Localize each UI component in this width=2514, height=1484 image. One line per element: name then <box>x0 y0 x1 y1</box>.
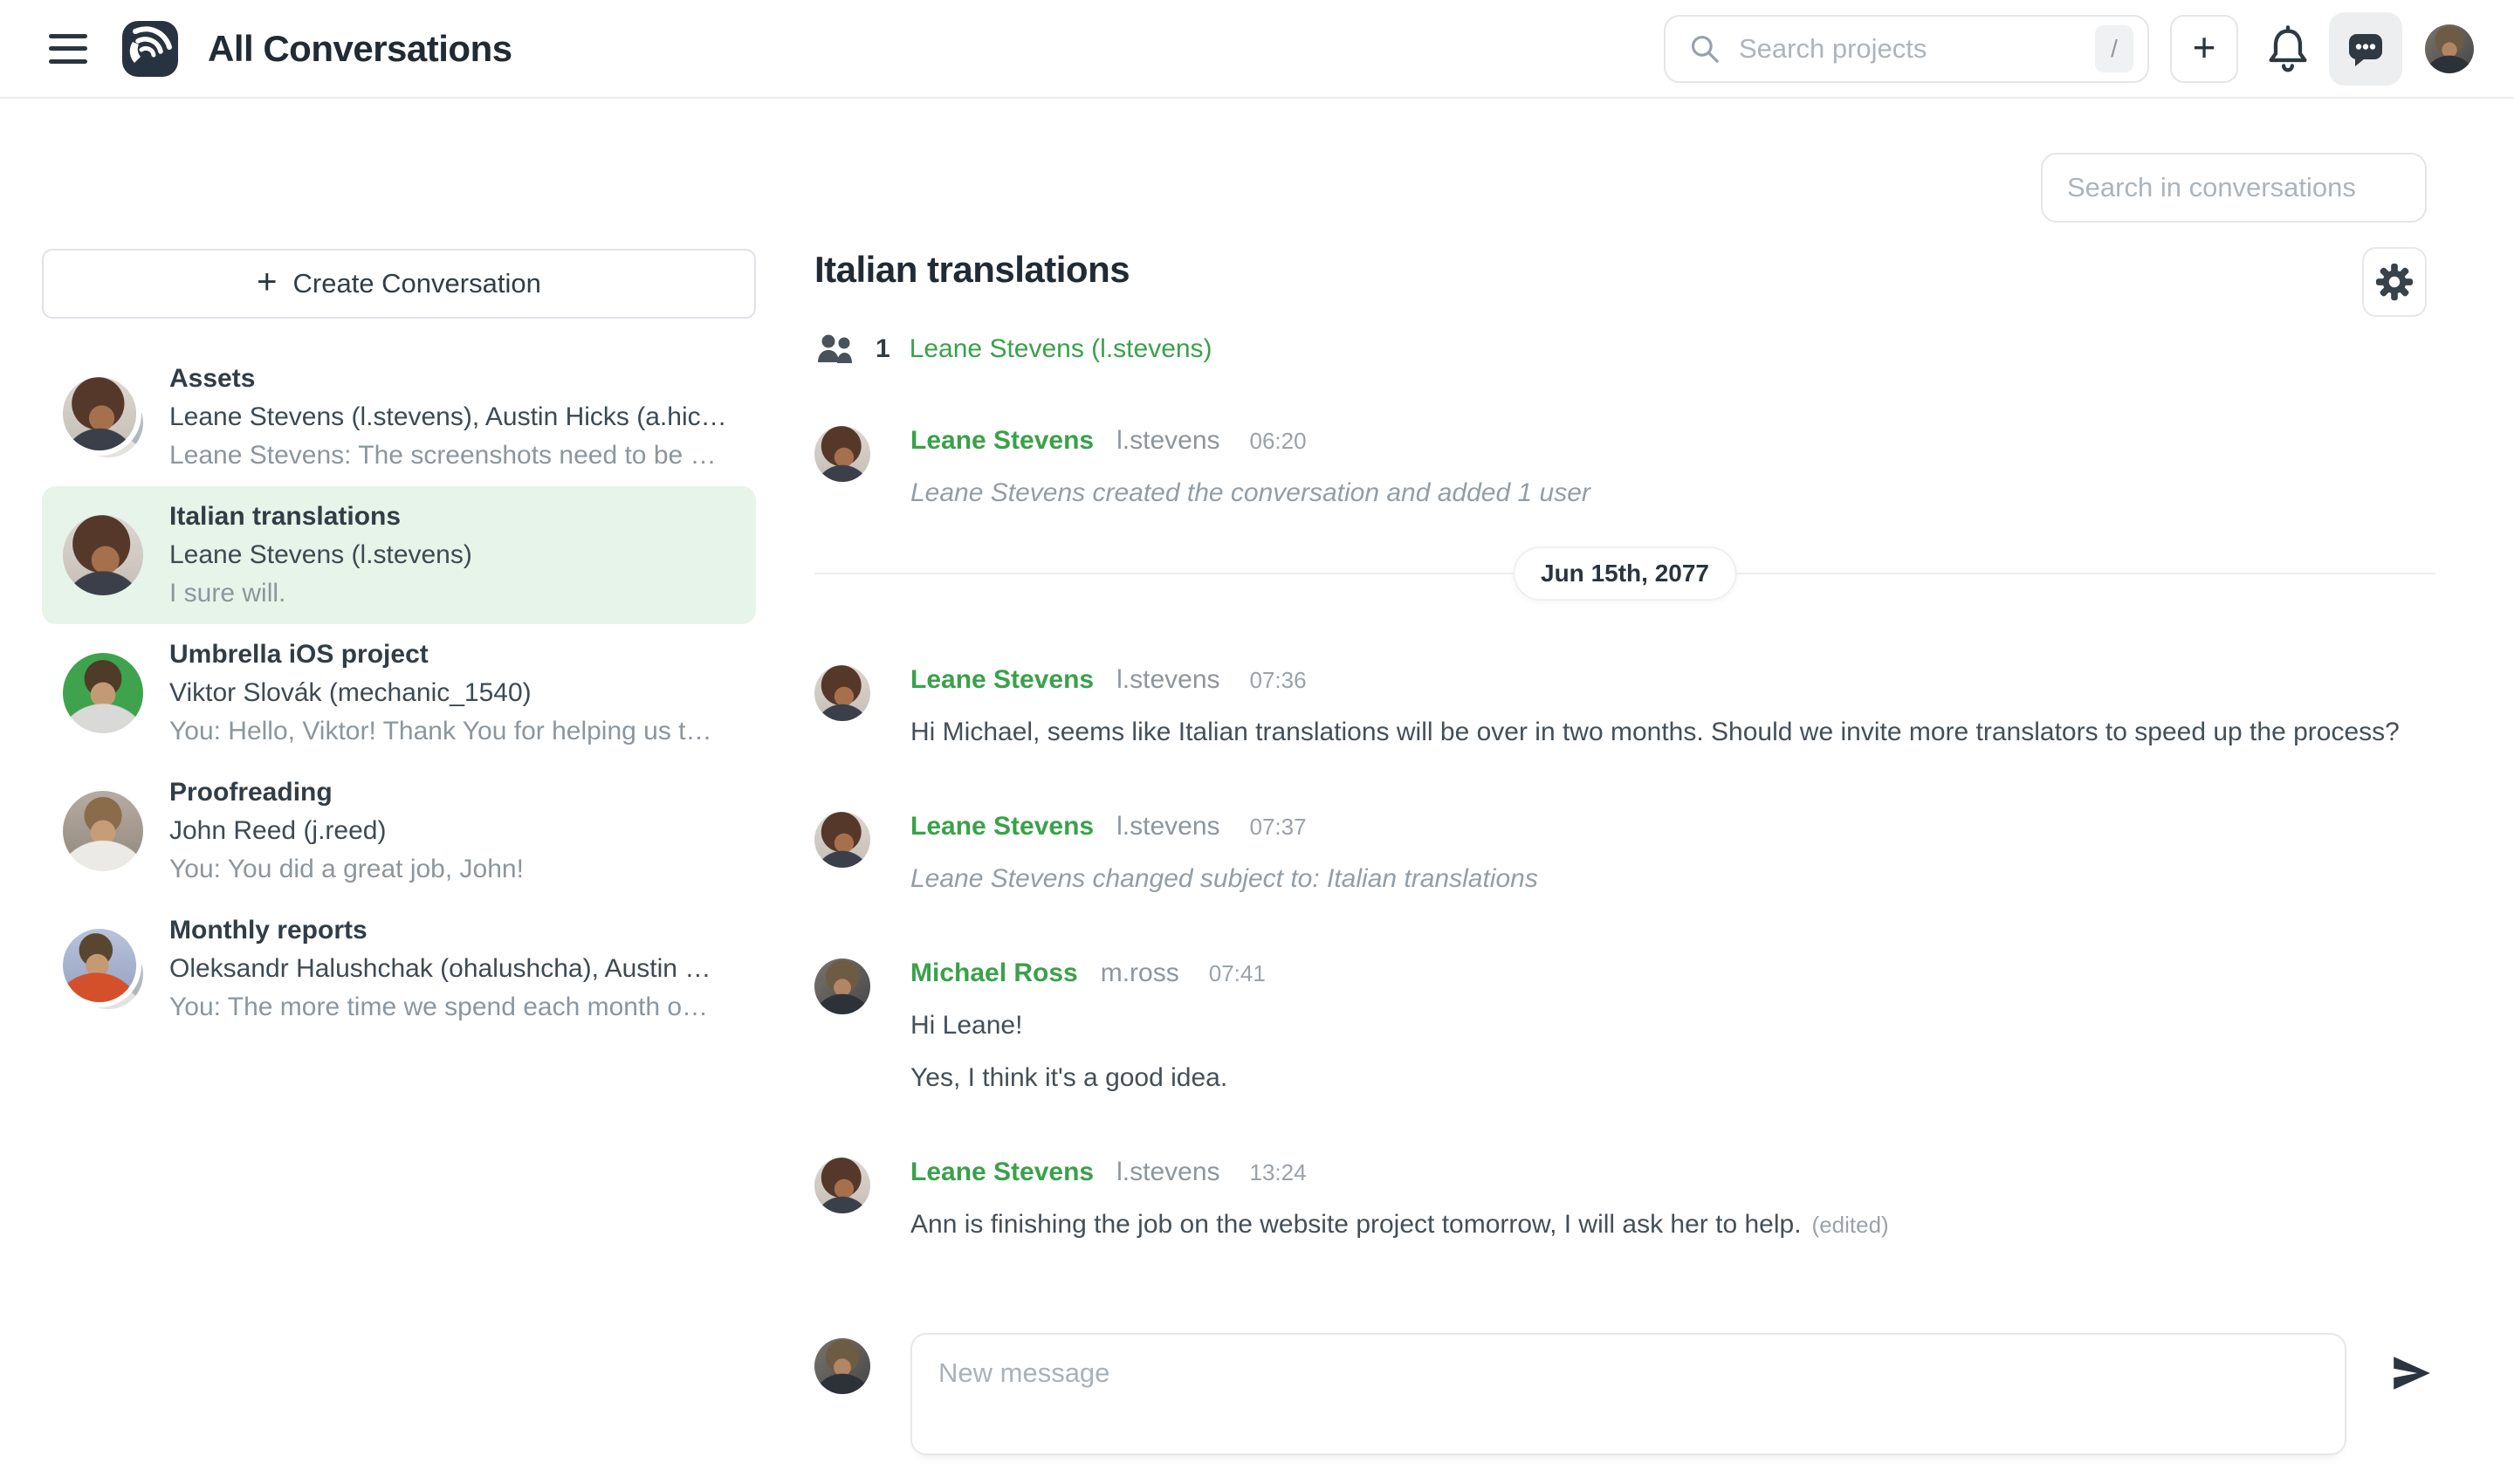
conversation-item-umbrella-ios[interactable]: Umbrella iOS project Viktor Slovák (mech… <box>42 624 756 762</box>
page-title: All Conversations <box>208 28 512 70</box>
date-divider: Jun 15th, 2077 <box>814 573 2435 574</box>
conversation-title: Assets <box>169 360 727 398</box>
composer-avatar <box>814 1338 870 1394</box>
conversation-participants: John Reed (j.reed) <box>169 812 524 850</box>
message-thread: Leane Stevens l.stevens 06:20 Leane Stev… <box>814 426 2435 1304</box>
send-icon <box>2389 1351 2433 1395</box>
message-text: Ann is finishing the job on the website … <box>910 1210 1802 1239</box>
app-logo-icon[interactable] <box>122 21 178 77</box>
message: Leane Stevens l.stevens 06:20 Leane Stev… <box>814 426 2435 513</box>
message-author-link[interactable]: Leane Stevens <box>910 812 1094 842</box>
avatar <box>814 426 870 482</box>
conversation-sidebar: + Create Conversation Assets Leane Steve… <box>42 249 756 1038</box>
plus-icon: + <box>257 265 277 299</box>
message-text: Hi Leane! <box>910 1006 2435 1046</box>
avatar-stack <box>63 377 143 457</box>
message-author-link[interactable]: Michael Ross <box>910 958 1078 988</box>
hamburger-menu-icon[interactable] <box>49 34 87 64</box>
message-username: l.stevens <box>1116 426 1219 456</box>
message-author-link[interactable]: Leane Stevens <box>910 1158 1094 1187</box>
chat-title: Italian translations <box>814 249 1130 291</box>
chat-panel: Italian translations 1 Leane Stevens (l.… <box>814 0 2435 1484</box>
conversation-item-italian-translations[interactable]: Italian translations Leane Stevens (l.st… <box>42 486 756 624</box>
avatar <box>814 958 870 1014</box>
conversation-preview: I sure will. <box>169 574 472 613</box>
gear-icon <box>2374 262 2414 302</box>
conversation-participants: Viktor Slovák (mechanic_1540) <box>169 674 712 712</box>
system-message-text: Leane Stevens created the conversation a… <box>910 473 2435 513</box>
conversation-preview: You: Hello, Viktor! Thank You for helpin… <box>169 712 712 751</box>
message: Leane Stevens l.stevens 13:24 Ann is fin… <box>814 1158 2435 1245</box>
conversation-settings-button[interactable] <box>2362 247 2427 317</box>
conversation-title: Monthly reports <box>169 911 711 950</box>
message-author-link[interactable]: Leane Stevens <box>910 665 1094 695</box>
people-icon <box>816 334 856 364</box>
message-time: 06:20 <box>1250 428 1307 455</box>
date-chip: Jun 15th, 2077 <box>1513 546 1737 601</box>
create-conversation-label: Create Conversation <box>293 268 541 299</box>
conversation-participants: Leane Stevens (l.stevens), Austin Hicks … <box>169 398 727 436</box>
avatar <box>63 653 143 733</box>
message-text: Yes, I think it's a good idea. <box>910 1058 2435 1098</box>
message: Michael Ross m.ross 07:41 Hi Leane! Yes,… <box>814 958 2435 1098</box>
avatar <box>814 1158 870 1213</box>
message-text: Hi Michael, seems like Italian translati… <box>910 712 2435 752</box>
message-time: 13:24 <box>1250 1159 1307 1186</box>
message-author-link[interactable]: Leane Stevens <box>910 426 1094 456</box>
conversation-participants: Oleksandr Halushchak (ohalushcha), Austi… <box>169 950 711 988</box>
system-message-text: Leane Stevens changed subject to: Italia… <box>910 859 2435 899</box>
conversation-title: Proofreading <box>169 773 524 812</box>
avatar <box>63 929 136 1002</box>
conversation-title: Italian translations <box>169 498 472 536</box>
conversation-item-proofreading[interactable]: Proofreading John Reed (j.reed) You: You… <box>42 762 756 900</box>
participants-row: 1 Leane Stevens (l.stevens) <box>816 334 1212 364</box>
message: Leane Stevens l.stevens 07:36 Hi Michael… <box>814 665 2435 752</box>
message-time: 07:37 <box>1250 814 1307 841</box>
avatar <box>63 515 143 595</box>
conversation-participants: Leane Stevens (l.stevens) <box>169 536 472 574</box>
conversation-preview: You: You did a great job, John! <box>169 850 524 889</box>
avatar <box>63 377 136 450</box>
avatar-stack <box>63 929 143 1009</box>
send-button[interactable] <box>2387 1349 2435 1398</box>
participant-link[interactable]: Leane Stevens (l.stevens) <box>910 334 1212 364</box>
conversation-list: Assets Leane Stevens (l.stevens), Austin… <box>42 348 756 1038</box>
conversation-preview: You: The more time we spend each month o… <box>169 988 711 1027</box>
new-message-input[interactable] <box>910 1333 2346 1455</box>
message-time: 07:41 <box>1209 960 1266 987</box>
avatar <box>814 665 870 721</box>
message-composer <box>814 1333 2435 1455</box>
conversation-item-assets[interactable]: Assets Leane Stevens (l.stevens), Austin… <box>42 348 756 486</box>
conversation-item-monthly-reports[interactable]: Monthly reports Oleksandr Halushchak (oh… <box>42 900 756 1038</box>
create-conversation-button[interactable]: + Create Conversation <box>42 249 756 319</box>
avatar <box>814 812 870 868</box>
edited-tag: (edited) <box>1812 1212 1889 1238</box>
message-username: l.stevens <box>1116 665 1219 695</box>
conversation-preview: Leane Stevens: The screenshots need to b… <box>169 436 727 475</box>
message-username: l.stevens <box>1116 1158 1219 1187</box>
message: Leane Stevens l.stevens 07:37 Leane Stev… <box>814 812 2435 899</box>
conversation-title: Umbrella iOS project <box>169 636 712 674</box>
message-username: m.ross <box>1101 958 1179 988</box>
message-username: l.stevens <box>1116 812 1219 842</box>
participants-count: 1 <box>876 334 890 364</box>
message-time: 07:36 <box>1250 667 1307 694</box>
search-in-conversations-input[interactable] <box>2041 153 2427 223</box>
avatar <box>63 791 143 871</box>
